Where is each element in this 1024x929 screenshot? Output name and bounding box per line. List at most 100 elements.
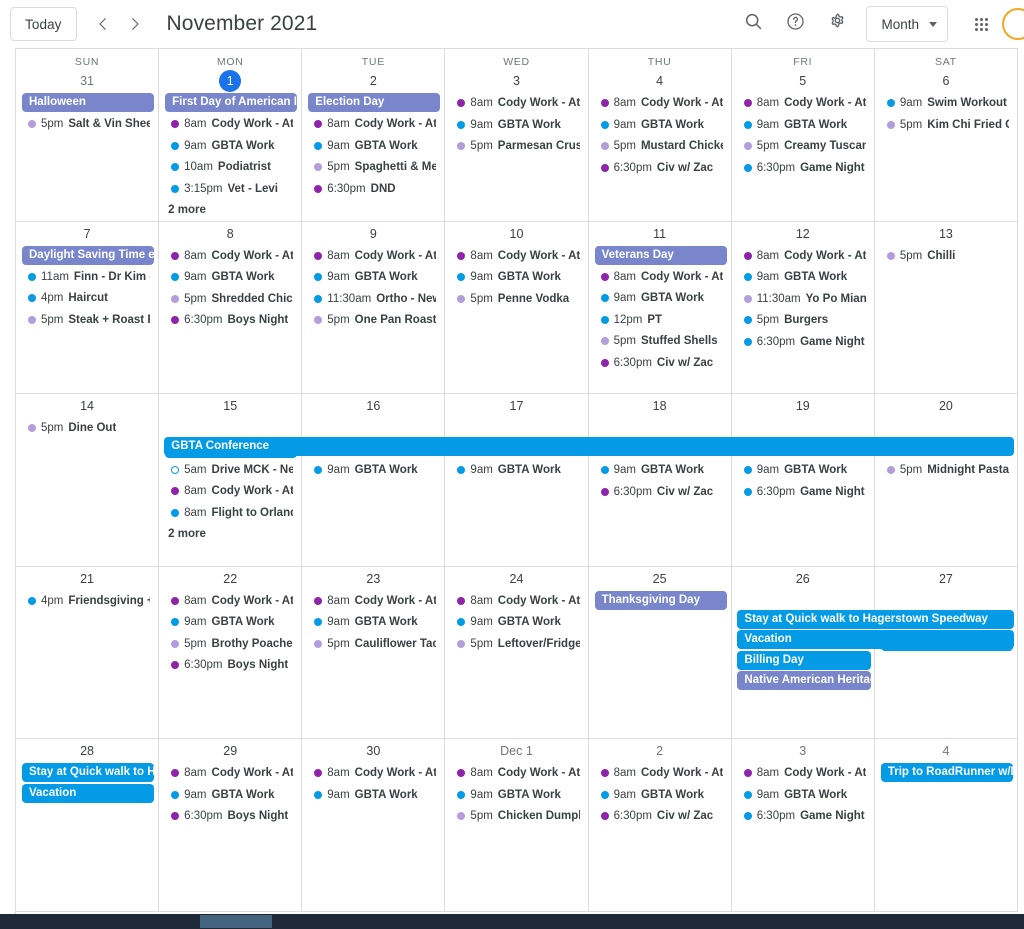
day-cell[interactable]: SUN 31 Halloween 5pm Salt & Vin Sheet P — [16, 49, 160, 222]
day-cell[interactable]: THU 4 8am Cody Work - Atlar 9am GBTA Work 5pm M… — [588, 49, 732, 222]
day-cell[interactable]: 29 8am Cody Work - Atlar 9am GBTA Work 6:30pm… — [159, 739, 303, 912]
day-number[interactable]: 23 — [302, 568, 444, 590]
timed-event[interactable]: 8am Flight to Orlando ( — [165, 503, 297, 523]
day-cell[interactable]: 2010amFlight to Newark5pmMidnight Pasta — [874, 394, 1018, 567]
day-cell[interactable]: 4 Trip to RoadRunner w/M — [874, 739, 1018, 912]
day-number[interactable]: 31 — [16, 70, 158, 92]
timed-event[interactable]: 5pm Spaghetti & Meatb — [308, 157, 440, 177]
timed-event[interactable]: 9am GBTA Work — [738, 785, 870, 805]
day-number[interactable]: 20 — [875, 395, 1017, 417]
timed-event[interactable]: 8am Cody Work - Atlar — [595, 93, 727, 113]
timed-event[interactable]: 8am Cody Work - Atlar — [165, 246, 297, 266]
day-cell[interactable]: 21 4pm Friendsgiving + Bi — [16, 566, 160, 739]
previous-month-button[interactable] — [87, 8, 119, 40]
day-number[interactable]: 27 — [875, 568, 1017, 590]
timed-event[interactable]: 11am Finn - Dr Kim - V — [22, 267, 154, 287]
day-number[interactable]: 26 — [732, 568, 874, 590]
day-number[interactable]: 19 — [732, 395, 874, 417]
day-cell[interactable]: 27Levi - Flea & Tick — [874, 566, 1018, 739]
day-cell[interactable]: 28 Stay at Quick walk to Ha Vacation — [16, 739, 160, 912]
day-cell[interactable]: 24 8am Cody Work - Atlan 9am GBTA Work 5pm Lef… — [445, 566, 589, 739]
multi-day-event[interactable]: Native American Heritag — [737, 671, 871, 690]
day-cell[interactable]: 3 8am Cody Work - Atlar 9am GBTA Work 6:30pm G… — [731, 739, 875, 912]
day-number[interactable]: 18 — [589, 395, 731, 417]
timed-event[interactable]: 5pm Creamy Tuscan C — [738, 136, 870, 156]
timed-event[interactable]: 9am GBTA Work — [451, 267, 583, 287]
more-events-link[interactable]: 2 more — [168, 201, 301, 219]
timed-event[interactable]: 4pm Friendsgiving + Bi — [22, 591, 154, 611]
day-cell[interactable]: 30 8am Cody Work - Atlar 9am GBTA Work — [302, 739, 446, 912]
all-day-event[interactable]: First Day of American In — [165, 93, 298, 112]
timed-event[interactable]: 8am Cody Work - Atlan — [595, 763, 727, 783]
day-number[interactable]: 15 — [159, 395, 301, 417]
timed-event[interactable]: 9am GBTA Work — [308, 136, 440, 156]
timed-event[interactable]: 6:30pm Game Night — [738, 332, 870, 352]
timed-event[interactable]: 9am GBTA Work — [595, 288, 727, 308]
all-day-event[interactable]: Stay at Quick walk to Ha — [22, 763, 155, 782]
timed-event[interactable]: 8am Cody Work - Atlar — [308, 763, 440, 783]
timed-event[interactable]: 5pm Burgers — [738, 310, 870, 330]
day-cell[interactable]: 22 8am Cody Work - Atlar 9am GBTA Work 5pm Bro… — [159, 566, 303, 739]
all-day-event[interactable]: Veterans Day — [594, 245, 727, 265]
day-number[interactable]: 2 — [589, 740, 731, 762]
timed-event[interactable]: 9am GBTA Work — [165, 612, 297, 632]
timed-event[interactable]: 6:30pm DND — [308, 179, 440, 199]
search-button[interactable] — [734, 5, 772, 43]
timed-event[interactable]: 8am Cody Work - Atlan — [165, 114, 297, 134]
timed-event[interactable]: 6:30pm Boys Night — [165, 806, 297, 826]
multi-day-event[interactable]: GBTA Conference — [164, 437, 1014, 456]
timed-event[interactable]: 8am Cody Work - Atlar — [738, 93, 870, 113]
timed-event[interactable]: 5pm Midnight Pasta — [881, 460, 1013, 480]
day-number[interactable]: 10 — [445, 223, 587, 245]
timed-event[interactable]: 9am GBTA Work — [451, 785, 583, 805]
next-month-button[interactable] — [119, 8, 151, 40]
day-number[interactable]: 21 — [16, 568, 158, 590]
day-cell[interactable]: 12 8am Cody Work - Atlar 9am GBTA Work 11:30a… — [731, 221, 875, 394]
timed-event[interactable]: 9am GBTA Work — [738, 115, 870, 135]
timed-event[interactable]: 6:30pm Game Night — [738, 158, 870, 178]
all-day-event[interactable]: Thanksgiving Day — [594, 590, 727, 610]
all-day-event[interactable]: Halloween — [22, 93, 155, 112]
multi-day-event[interactable]: Stay at Quick walk to Hagerstown Speedwa… — [737, 609, 1014, 629]
timed-event[interactable]: 3:15pm Vet - Levi — [165, 179, 297, 199]
day-number[interactable]: 29 — [159, 740, 301, 762]
day-number[interactable]: 16 — [302, 395, 444, 417]
avatar[interactable] — [1002, 8, 1024, 40]
more-events-link[interactable]: 2 more — [168, 525, 301, 543]
day-number[interactable]: 9 — [302, 223, 444, 245]
day-number[interactable]: 17 — [445, 395, 587, 417]
timed-event[interactable]: 9am GBTA Work — [595, 785, 727, 805]
timed-event[interactable]: 8am Cody Work - Atlar — [165, 763, 297, 783]
day-number[interactable]: 13 — [875, 223, 1017, 245]
timed-event[interactable]: 9am GBTA Work — [595, 115, 727, 135]
timed-event[interactable]: 9am GBTA Work — [595, 460, 727, 480]
day-number[interactable]: 6 — [875, 70, 1017, 92]
day-number[interactable]: 28 — [16, 740, 158, 762]
horizontal-scrollbar-thumb[interactable] — [200, 915, 272, 928]
timed-event[interactable]: 5pm Chicken Dumpling — [451, 806, 583, 826]
view-selector[interactable]: Month — [866, 6, 948, 42]
timed-event[interactable]: 6:30pm Civ w/ Zac — [595, 806, 727, 826]
timed-event[interactable]: 5am Drive MCK - Newa — [165, 460, 297, 480]
day-number[interactable]: 30 — [302, 740, 444, 762]
timed-event[interactable]: 9am GBTA Work — [165, 267, 297, 287]
timed-event[interactable]: 6:30pm Boys Night — [165, 310, 297, 330]
google-apps-button[interactable] — [962, 5, 1000, 43]
day-cell[interactable]: SAT 6 9am Swim Workout 5pm Kim Chi Fried Chic — [874, 49, 1018, 222]
timed-event[interactable]: 9am GBTA Work — [165, 136, 297, 156]
day-number[interactable]: 4 — [875, 740, 1017, 762]
day-cell[interactable]: 8 8am Cody Work - Atlar 9am GBTA Work 5pm Shre… — [159, 221, 303, 394]
timed-event[interactable]: 9am GBTA Work — [308, 612, 440, 632]
timed-event[interactable]: 5pm Dine Out — [22, 418, 154, 438]
day-cell[interactable]: 13 5pm Chilli — [874, 221, 1018, 394]
timed-event[interactable]: 5pm Kim Chi Fried Chic — [881, 115, 1013, 135]
today-button[interactable]: Today — [10, 7, 77, 41]
timed-event[interactable]: 6:30pm Civ w/ Zac — [595, 353, 727, 373]
timed-event[interactable]: 9am Swim Workout — [881, 93, 1013, 113]
day-cell[interactable]: 188amCody Work - Atlar9amGBTA Work6:30pm… — [588, 394, 732, 567]
timed-event[interactable]: 11:30am Yo Po Mian — [738, 289, 870, 309]
timed-event[interactable]: 9am GBTA Work — [165, 785, 297, 805]
timed-event[interactable]: 5pm Stuffed Shells — [595, 331, 727, 351]
multi-day-event[interactable]: Billing Day — [737, 650, 871, 670]
timed-event[interactable]: 8am Cody Work - Atlan — [165, 481, 297, 501]
